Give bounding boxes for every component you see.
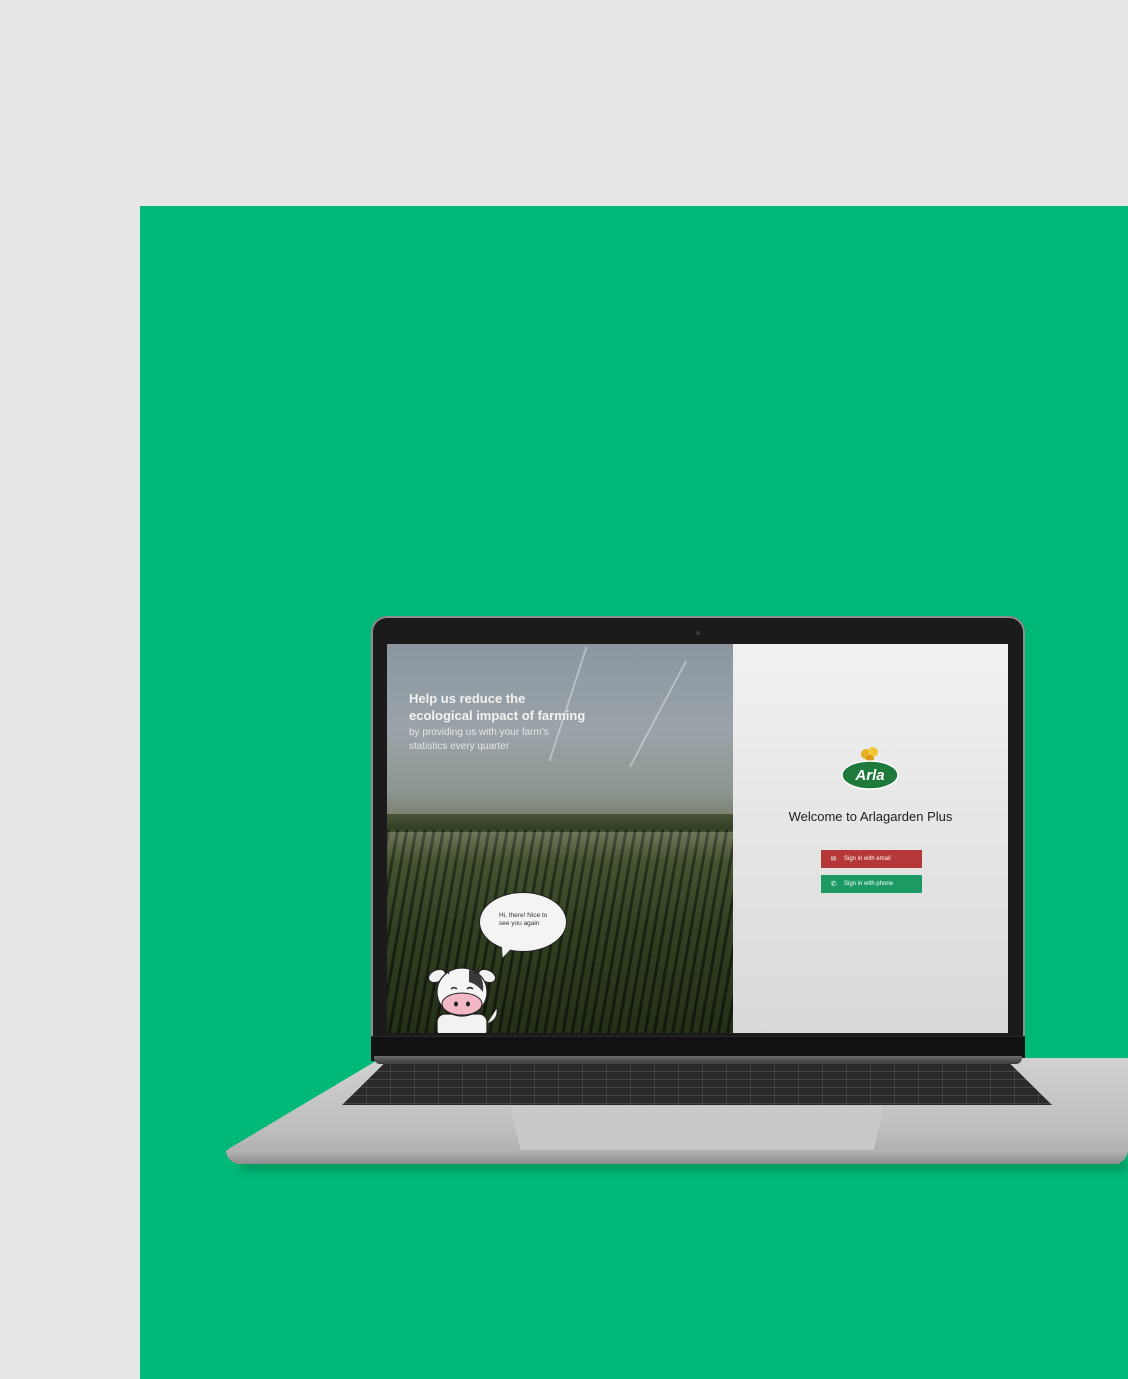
hero-subtitle-line1: by providing us with your farm's [409,727,549,738]
camera-icon [696,631,700,635]
hero-image-pane: Help us reduce the ecological impact of … [387,644,733,1033]
trackpad [510,1106,884,1153]
svg-text:Arla: Arla [854,767,884,784]
hero-title-line1: Help us reduce the [409,691,526,706]
welcome-title: Welcome to Arlagarden Plus [788,809,953,824]
sign-in-email-label: Sign in with email [844,856,891,862]
sign-in-phone-label: Sign in with phone [844,881,894,887]
laptop-screen: Help us reduce the ecological impact of … [387,644,1008,1033]
sign-in-phone-button[interactable]: ✆ Sign in with phone [821,875,922,893]
phone-icon: ✆ [830,881,837,888]
login-pane: Arla Welcome to Arlagarden Plus ✉ Sign i… [733,644,1008,1033]
hero-subtitle-line2: statistics every quarter [409,741,510,752]
cow-mascot-icon [427,966,498,1033]
laptop-hinge [374,1056,1022,1064]
hero-title-line2: ecological impact of farming [409,708,586,723]
hero-subtitle: by providing us with your farm's statist… [409,726,639,754]
hero-text: Help us reduce the ecological impact of … [409,690,639,754]
hero-title: Help us reduce the ecological impact of … [409,690,639,724]
mail-icon: ✉ [830,856,837,863]
laptop-base-edge [226,1150,1128,1164]
speech-bubble: Hi, there! Nice to see you again [479,892,567,952]
keyboard-keys [342,1063,1052,1105]
sign-in-email-button[interactable]: ✉ Sign in with email [821,850,922,868]
laptop-lid: Help us reduce the ecological impact of … [371,616,1025,1061]
speech-bubble-text: Hi, there! Nice to see you again [499,912,548,927]
arla-logo: Arla [841,747,899,790]
